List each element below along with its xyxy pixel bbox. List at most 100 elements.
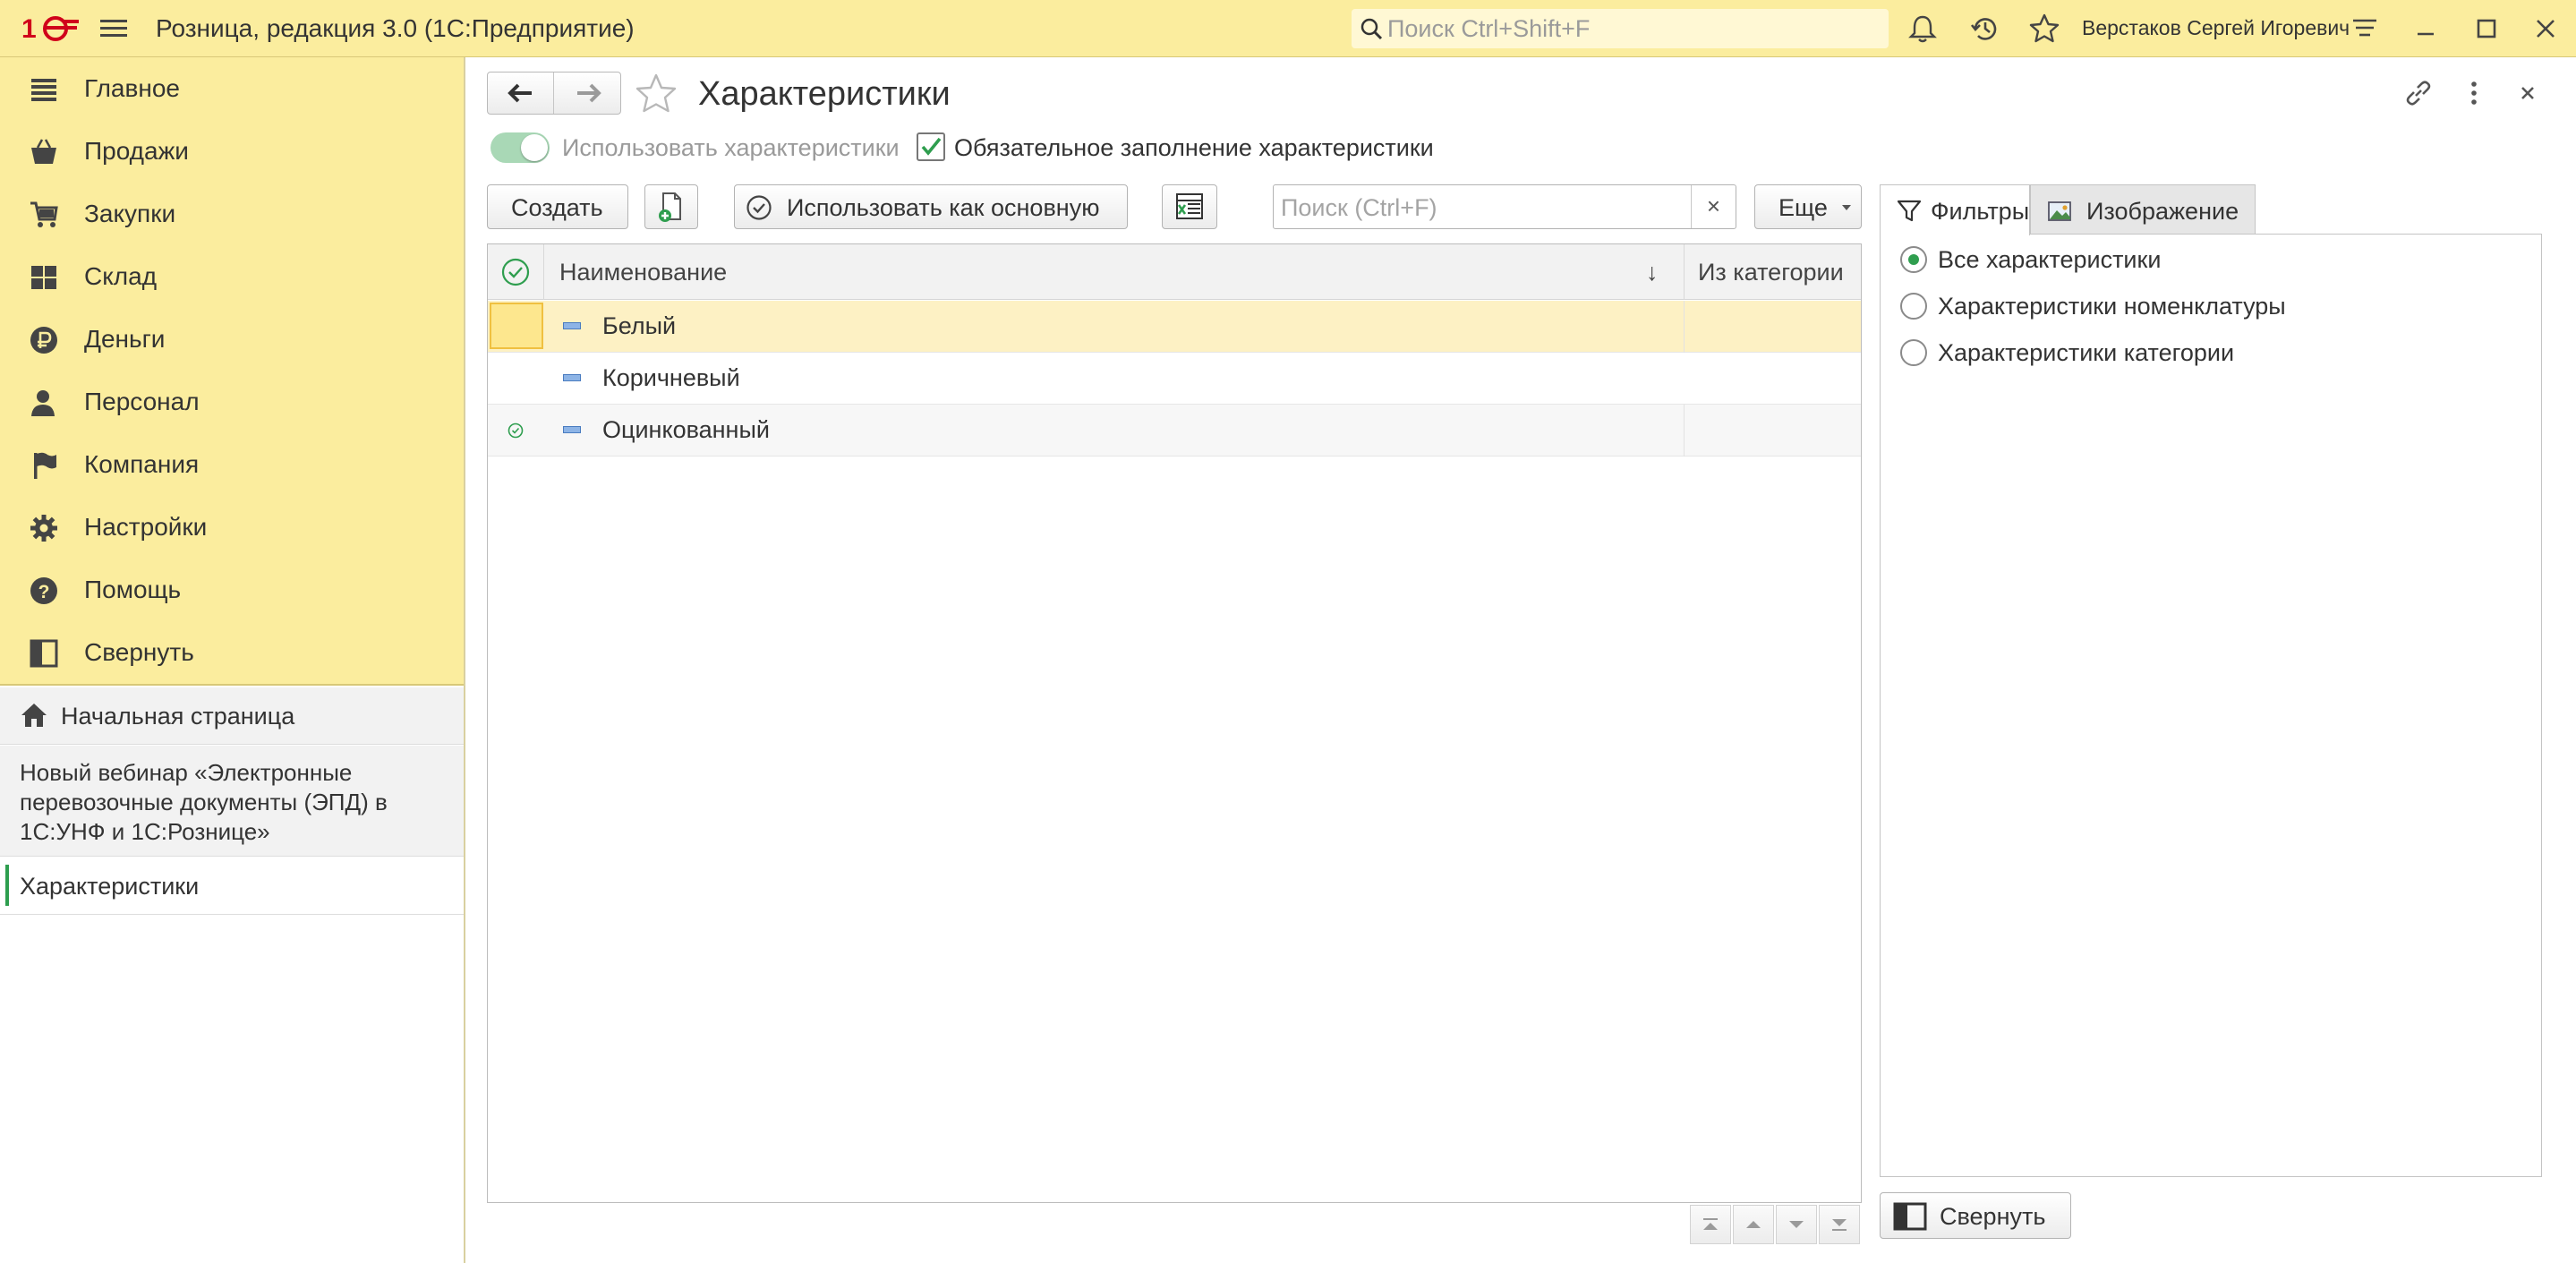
global-search[interactable] [1352,9,1889,48]
more-actions-icon[interactable] [2456,75,2492,111]
sections-panel: Главное Продажи Закупки Склад Деньги Пер… [0,57,464,686]
favorites-star-icon[interactable] [2028,13,2060,45]
radio-category-characteristics-label[interactable]: Характеристики категории [1938,339,2234,367]
minimize-icon[interactable] [2410,13,2442,45]
create-button-label: Создать [511,194,603,221]
copy-item-button[interactable] [644,184,698,229]
list-search-input[interactable] [1281,191,1675,225]
filters-panel: Все характеристики Характеристики номенк… [1880,234,2542,1177]
create-button[interactable]: Создать [487,184,628,229]
arrow-right-icon [577,83,601,103]
selected-cell[interactable] [490,303,543,349]
more-button[interactable]: Еще [1754,184,1862,229]
table-row[interactable]: Коричневый [488,353,1861,405]
sidebar-item-purchases[interactable]: Закупки [0,183,464,245]
sidebar-item-label: Главное [84,74,180,102]
1c-logo-icon[interactable]: 1 [21,13,79,45]
collapse-panel-label: Свернуть [1940,1203,2046,1230]
sidebar-item-collapse[interactable]: Свернуть [0,621,464,684]
global-search-input[interactable] [1387,13,1880,45]
export-excel-button[interactable] [1162,184,1217,229]
sidebar-item-money[interactable]: Деньги [0,308,464,371]
sidebar-item-settings[interactable]: Настройки [0,496,464,559]
radio-selected-dot [1908,254,1919,265]
characteristics-tab-label: Характеристики [20,873,200,900]
column-header-from-category[interactable]: Из категории [1698,259,1844,286]
dropdown-arrow-icon [1842,205,1851,210]
sidebar-item-help[interactable]: ? Помощь [0,559,464,621]
scroll-down-icon [1789,1221,1804,1228]
add-to-favorites-star-icon[interactable] [634,72,678,116]
link-icon[interactable] [2401,75,2436,111]
column-separator [1684,244,1685,300]
column-separator [1684,405,1685,457]
use-as-main-button[interactable]: Использовать как основную [734,184,1128,229]
sidebar-item-main[interactable]: Главное [0,57,464,120]
table-row[interactable]: Белый [488,301,1861,353]
radio-item-characteristics[interactable] [1900,293,1927,320]
radio-category-characteristics[interactable] [1900,339,1927,366]
flag-icon [34,452,56,479]
main-menu-icon[interactable] [97,16,131,41]
sidebar-item-label: Деньги [84,325,166,353]
sidebar-item-warehouse[interactable]: Склад [0,245,464,308]
filter-icon [1897,200,1922,222]
scroll-up-icon [1746,1221,1761,1228]
list-icon [31,79,56,101]
column-separator [1684,301,1685,353]
scroll-up-button[interactable] [1733,1205,1774,1244]
use-characteristics-label: Использовать характеристики [562,134,900,161]
radio-all-characteristics[interactable] [1900,246,1927,273]
sidebar-open-item-webinar[interactable]: Новый вебинар «Электронные перевозочные … [0,746,464,857]
mandatory-fill-label: Обязательное заполнение характеристики [954,134,1434,161]
table-row[interactable]: Оцинкованный [488,405,1861,457]
characteristics-table: Наименование ↓ Из категории Белый Коричн… [487,243,1862,1203]
home-page-label: Начальная страница [61,703,295,730]
use-characteristics-toggle[interactable] [490,132,550,163]
item-marker-icon [563,426,581,433]
mandatory-fill-checkbox[interactable] [917,132,945,161]
add-copy-icon [659,192,681,222]
sidebar-home-page[interactable]: Начальная страница [0,687,464,745]
home-icon [21,704,47,727]
help-icon: ? [30,577,57,604]
sidebar-item-sales[interactable]: Продажи [0,120,464,183]
collapse-panel-button[interactable]: Свернуть [1880,1192,2071,1239]
settings-menu-icon[interactable] [2349,13,2381,45]
radio-item-characteristics-label[interactable]: Характеристики номенклатуры [1938,293,2286,320]
bell-icon[interactable] [1906,13,1939,45]
maximize-icon[interactable] [2470,13,2503,45]
column-header-name[interactable]: Наименование [559,259,727,286]
close-window-icon[interactable] [2529,13,2562,45]
sidebar-item-label: Помощь [84,576,182,603]
current-user[interactable]: Верстаков Сергей Игоревич [2082,16,2350,40]
sidebar-item-label: Продажи [84,137,189,165]
sort-descending-icon[interactable]: ↓ [1646,259,1659,286]
scroll-to-top-button[interactable] [1690,1205,1731,1244]
radio-all-characteristics-label[interactable]: Все характеристики [1938,246,2161,274]
ruble-icon [30,327,57,354]
tab-image[interactable]: Изображение [2030,184,2256,235]
history-icon[interactable] [1969,13,2001,45]
back-button[interactable] [488,73,554,114]
use-as-main-label: Использовать как основную [787,194,1100,221]
scroll-to-bottom-button[interactable] [1819,1205,1860,1244]
row-name: Оцинкованный [602,416,770,443]
sidebar-open-item-characteristics[interactable]: Характеристики [0,858,464,915]
search-icon [1361,18,1383,40]
spreadsheet-export-icon [1176,193,1203,219]
sidebar-item-company[interactable]: Компания [0,433,464,496]
svg-text:?: ? [38,582,50,602]
clear-search-icon[interactable]: × [1691,185,1736,228]
close-form-icon[interactable] [2510,75,2546,111]
scroll-down-button[interactable] [1776,1205,1817,1244]
tab-filters[interactable]: Фильтры [1880,184,2030,235]
image-icon [2048,201,2071,221]
checkmark-icon [921,137,942,156]
scroll-bottom-icon [1832,1219,1847,1231]
forward-button[interactable] [555,73,621,114]
person-icon [31,390,55,416]
active-indicator [5,865,9,906]
sidebar-item-personnel[interactable]: Персонал [0,371,464,433]
item-marker-icon [563,374,581,381]
